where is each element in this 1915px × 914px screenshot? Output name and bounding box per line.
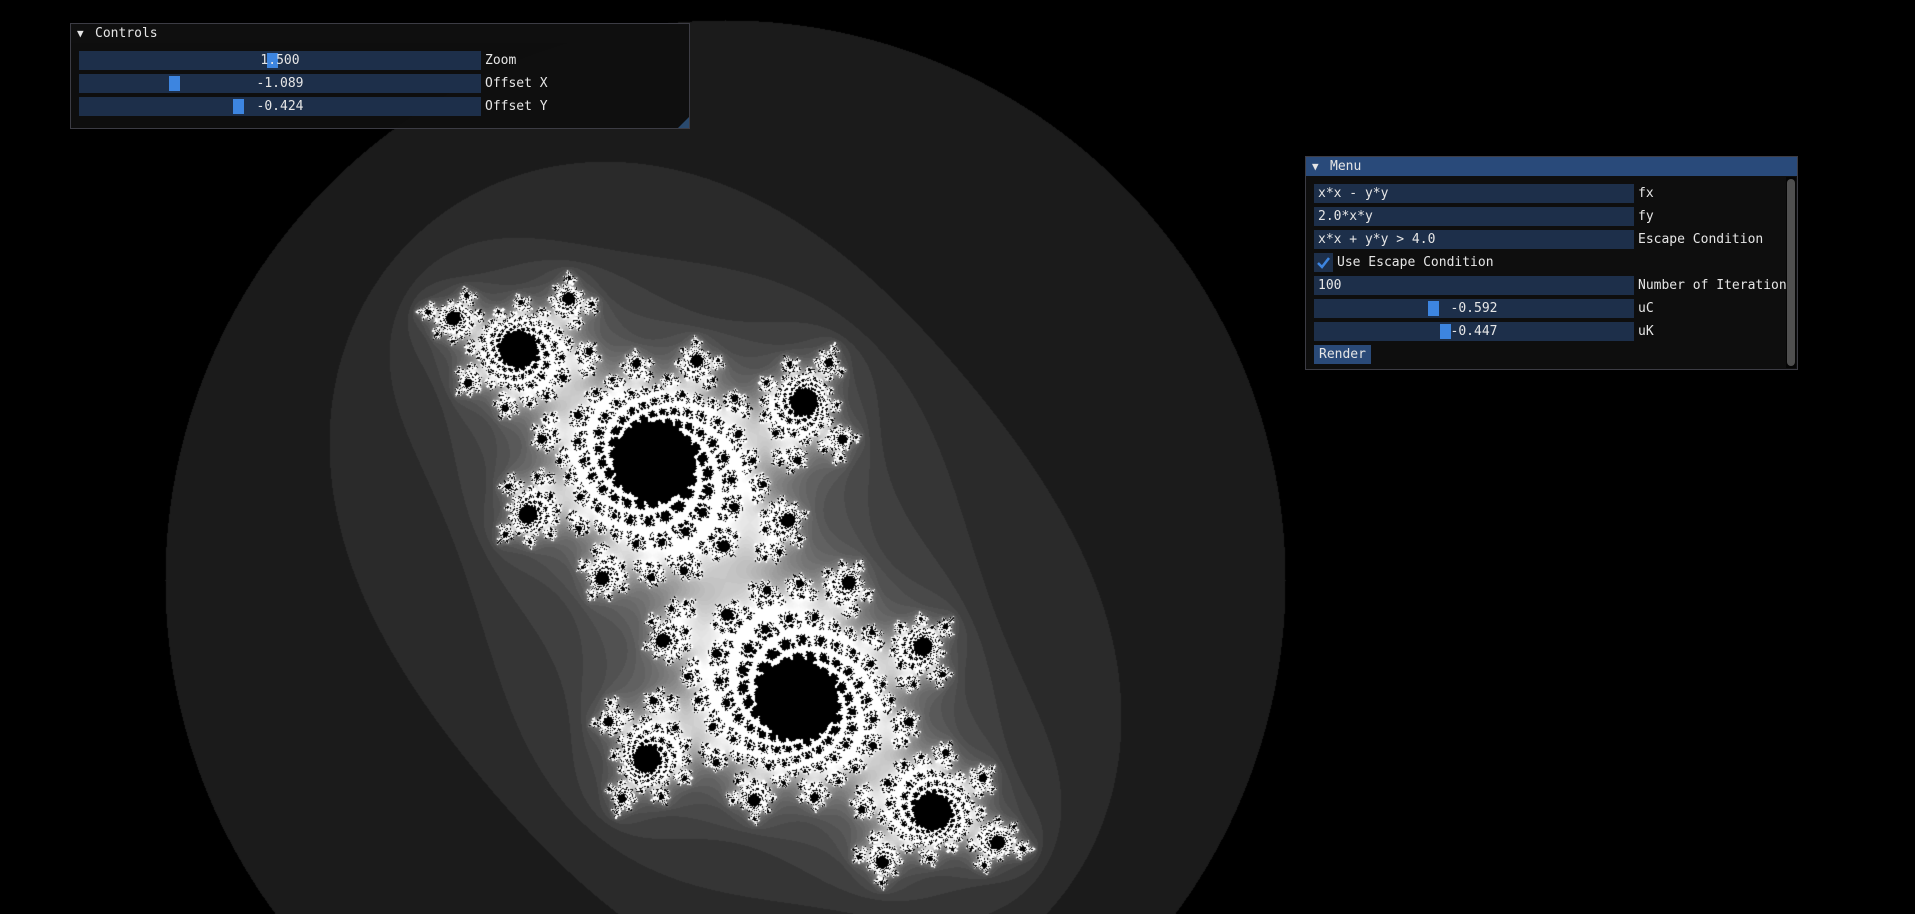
zoom-label: Zoom	[485, 53, 517, 68]
menu-title: Menu	[1330, 159, 1362, 174]
escape-condition-row: x*x + y*y > 4.0 Escape Condition	[1314, 230, 1784, 249]
menu-window: ▼ Menu x*x - y*y fx 2.0*x*y fy x*x + y*y…	[1305, 156, 1798, 370]
fx-input[interactable]: x*x - y*y	[1314, 184, 1634, 203]
iterations-row: 100 Number of Iterations	[1314, 276, 1795, 295]
offset-x-value: -1.089	[256, 76, 304, 91]
menu-titlebar[interactable]: ▼ Menu	[1306, 157, 1797, 176]
checkmark-icon	[1317, 257, 1330, 269]
fy-input-text: 2.0*x*y	[1318, 209, 1373, 224]
escape-condition-label: Escape Condition	[1638, 232, 1764, 247]
offset-y-label: Offset Y	[485, 99, 548, 114]
fy-label: fy	[1638, 209, 1654, 224]
uc-row: -0.592 uC	[1314, 299, 1784, 318]
fy-row: 2.0*x*y fy	[1314, 207, 1784, 226]
offset-y-row: -0.424 Offset Y	[79, 97, 679, 116]
controls-title: Controls	[95, 26, 158, 41]
uk-label: uK	[1638, 324, 1654, 339]
menu-scrollbar-thumb[interactable]	[1787, 179, 1795, 366]
iterations-input-text: 100	[1318, 278, 1342, 293]
render-button[interactable]: Render	[1314, 345, 1371, 364]
offset-x-slider[interactable]: -1.089	[79, 74, 481, 93]
fx-input-text: x*x - y*y	[1318, 186, 1389, 201]
offset-x-label: Offset X	[485, 76, 548, 91]
uc-value: -0.592	[1450, 301, 1498, 316]
menu-scrollbar[interactable]	[1786, 177, 1796, 368]
iterations-label: Number of Iterations	[1638, 278, 1795, 293]
zoom-row: 1.500 Zoom	[79, 51, 679, 70]
collapse-triangle-icon[interactable]: ▼	[77, 24, 88, 43]
uk-slider[interactable]: -0.447	[1314, 322, 1634, 341]
fx-label: fx	[1638, 186, 1654, 201]
uc-label: uC	[1638, 301, 1654, 316]
escape-condition-input[interactable]: x*x + y*y > 4.0	[1314, 230, 1634, 249]
controls-window: ▼ Controls 1.500 Zoom -1.089 Offset X -0…	[70, 23, 690, 129]
uc-slider[interactable]: -0.592	[1314, 299, 1634, 318]
fy-input[interactable]: 2.0*x*y	[1314, 207, 1634, 226]
use-escape-checkbox[interactable]	[1314, 253, 1333, 272]
fractal-canvas[interactable]	[0, 0, 1915, 914]
use-escape-label: Use Escape Condition	[1337, 255, 1494, 270]
controls-resize-grip[interactable]	[678, 117, 689, 128]
fx-row: x*x - y*y fx	[1314, 184, 1784, 203]
collapse-triangle-icon[interactable]: ▼	[1312, 157, 1323, 176]
offset-x-row: -1.089 Offset X	[79, 74, 679, 93]
zoom-slider[interactable]: 1.500	[79, 51, 481, 70]
offset-y-value: -0.424	[256, 99, 304, 114]
use-escape-row: Use Escape Condition	[1314, 253, 1784, 272]
offset-y-slider[interactable]: -0.424	[79, 97, 481, 116]
uk-value: -0.447	[1450, 324, 1498, 339]
controls-titlebar[interactable]: ▼ Controls	[71, 24, 689, 43]
iterations-input[interactable]: 100	[1314, 276, 1634, 295]
zoom-value: 1.500	[260, 53, 300, 68]
uk-row: -0.447 uK	[1314, 322, 1784, 341]
escape-condition-input-text: x*x + y*y > 4.0	[1318, 232, 1436, 247]
